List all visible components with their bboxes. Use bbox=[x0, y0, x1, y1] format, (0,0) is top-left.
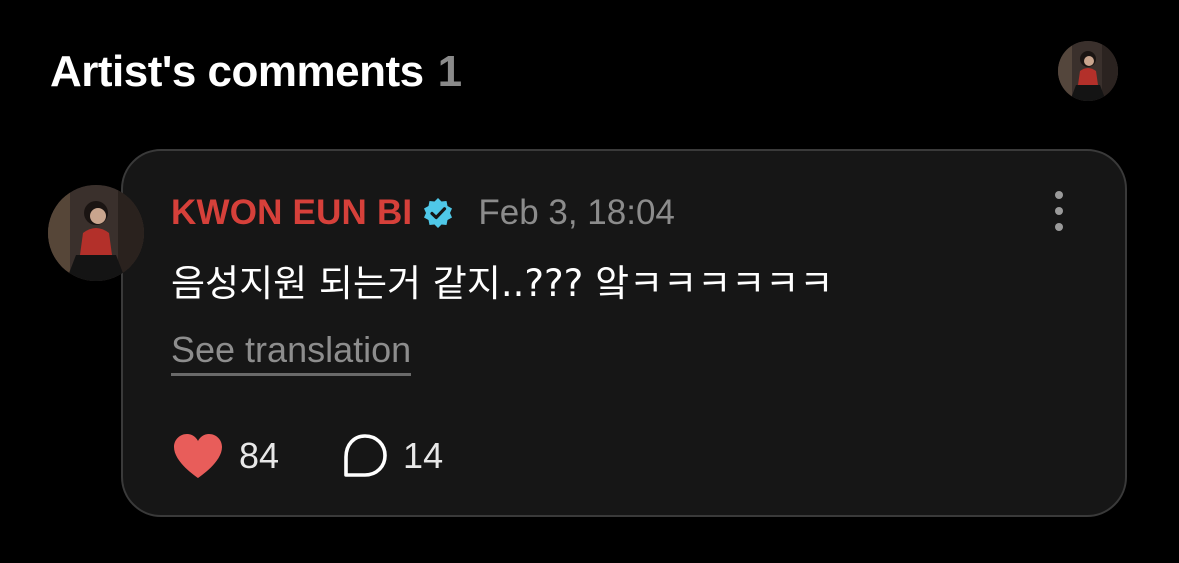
section-title: Artist's comments bbox=[50, 47, 424, 96]
user-avatar[interactable] bbox=[1058, 41, 1118, 101]
comment-text: 음성지원 되는거 같지..??? 앜ㅋㅋㅋㅋㅋㅋ bbox=[171, 262, 834, 305]
avatar-portrait-icon bbox=[1058, 41, 1118, 101]
more-vertical-icon bbox=[1055, 191, 1063, 199]
speech-bubble-icon bbox=[344, 434, 387, 477]
comment-header: KWON EUN BI Feb 3, 18:04 bbox=[171, 189, 675, 237]
like-button[interactable]: 84 bbox=[171, 432, 279, 480]
heart-icon bbox=[174, 434, 222, 478]
comment-timestamp: Feb 3, 18:04 bbox=[478, 193, 675, 232]
author-name[interactable]: KWON EUN BI bbox=[171, 193, 412, 233]
more-vertical-icon-dot bbox=[1055, 223, 1063, 231]
reply-count: 14 bbox=[403, 435, 444, 476]
section-header: Artist's comments 1 bbox=[50, 40, 462, 104]
author-avatar[interactable] bbox=[48, 185, 144, 281]
avatar-portrait-icon bbox=[48, 185, 144, 281]
comment-count: 1 bbox=[437, 47, 463, 96]
see-translation-link[interactable]: See translation bbox=[171, 329, 412, 376]
reply-button[interactable]: 14 bbox=[341, 433, 443, 479]
comment-actions: 84 14 bbox=[171, 431, 443, 481]
comment-card: KWON EUN BI Feb 3, 18:04 음성지원 되는거 같지..??… bbox=[121, 149, 1127, 517]
verified-badge-icon bbox=[422, 197, 454, 229]
like-count: 84 bbox=[239, 435, 280, 476]
more-vertical-icon-dot bbox=[1055, 207, 1063, 215]
more-options-button[interactable] bbox=[1045, 191, 1073, 231]
